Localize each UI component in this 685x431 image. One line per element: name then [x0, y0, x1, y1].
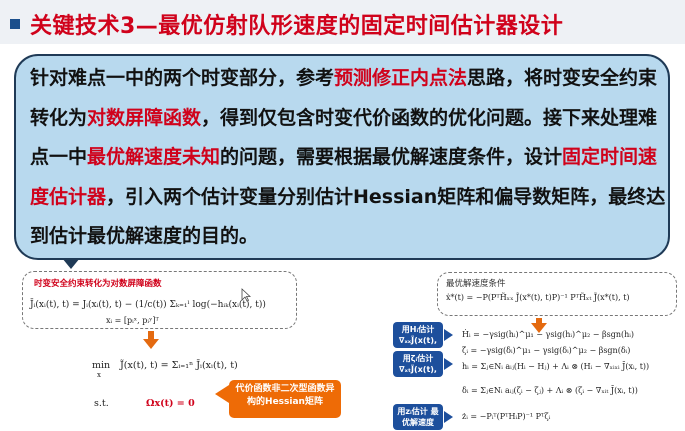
callout-highlight: 最优解速度未知 — [87, 146, 221, 168]
min-text: min — [92, 360, 111, 371]
constraint-equation: Ωx(t) = 0 — [146, 398, 195, 409]
optimal-velocity-label: 最优解速度条件 — [446, 279, 506, 289]
callout-seg: ，引入两个估计变量分别估计Hessian矩阵和偏导数矩阵，最终达到估计最优解速度… — [30, 185, 666, 248]
title-bullet-icon — [10, 19, 20, 29]
tag-hessian-estimator: 用Hᵢ估计 ∇ₓₓJ̃(x(t), t) — [393, 322, 443, 356]
tag-velocity-estimator: 用zᵢ估计 最优解速度 — [393, 404, 443, 430]
callout-text: 针对难点一中的两个时变部分，参考预测修正内点法思路，将时变安全约束转化为对数屏障… — [30, 59, 670, 257]
callout-seg: 的问题，需要根据最优解速度条件，设计 — [220, 146, 563, 168]
callout-seg: 针对难点一中的两个时变部分，参考 — [30, 67, 335, 89]
slide-title: 关键技术3—最优仿射队形速度的固定时间估计器设计 — [30, 14, 564, 39]
callout-highlight: 预测修正内点法 — [334, 67, 468, 89]
objective-equation: J̃(x(t), t) = Σᵢ₌₁ⁿ J̄ᵢ(xᵢ(t), t) — [120, 360, 238, 371]
h-equation: hᵢ = Σⱼ∈Nᵢ aᵢⱼ(Hᵢ − Hⱼ) + Λᵢ ⊗ (Hᵢ − ∇ₓᵢ… — [462, 362, 650, 371]
zeta-dot-equation: ζ̇ᵢ = −γsig(δᵢ)^μ₁ − γsig(δᵢ)^μ₂ − βsgn(… — [462, 346, 631, 355]
arrow-right-icon — [444, 358, 453, 370]
state-definition: xᵢ = [pᵢˣ, pᵢʸ]ᵀ — [106, 316, 159, 325]
arrow-right-icon — [444, 411, 453, 423]
barrier-equation: J̄ᵢ(xᵢ(t), t) = Jᵢ(xᵢ(t), t) − (1/c(t)) … — [30, 300, 266, 310]
arrow-left-icon — [215, 385, 229, 403]
tag-derivative-estimator: 用ζᵢ估计 ∇ₓₜJ̃(x(t), t) — [393, 351, 443, 385]
arrow-down-icon — [143, 339, 159, 349]
callout-highlight: 对数屏障函数 — [87, 106, 202, 129]
optimal-velocity-equation: ẋ*(t) = −P(PᵀH̃ₓₓ J̃(x*(t), t)P)⁻¹ PᵀH̃ₓ… — [446, 293, 630, 302]
arrow-down-stem — [148, 331, 154, 339]
min-keyword: min x — [92, 360, 110, 379]
min-subscript: x — [97, 371, 101, 379]
cursor-icon — [241, 288, 251, 302]
barrier-label: 时变安全约束转化为对数屏障函数 — [34, 279, 162, 289]
title-bar: 关键技术3—最优仿射队形速度的固定时间估计器设计 — [0, 0, 685, 44]
arrow-right-icon — [444, 329, 453, 341]
delta-equation: δᵢ = Σⱼ∈Nᵢ aᵢⱼ(ζᵢ − ζⱼ) + Λᵢ ⊗ (ζᵢ − ∇ₓᵢ… — [462, 386, 638, 395]
nonquadratic-note: 代价函数非二次型函数异构的Hessian矩阵 — [229, 380, 341, 418]
h-dot-equation: Ḣᵢ = −γsig(hᵢ)^μ₁ − γsig(hᵢ)^μ₂ − βsgn(h… — [462, 330, 635, 339]
st-label: s.t. — [94, 398, 109, 409]
z-dot-equation: żᵢ = −Pᵢᵀ(PᵀHᵢP)⁻¹ Pᵀζᵢ — [462, 412, 551, 421]
callout-pointer — [62, 258, 80, 269]
